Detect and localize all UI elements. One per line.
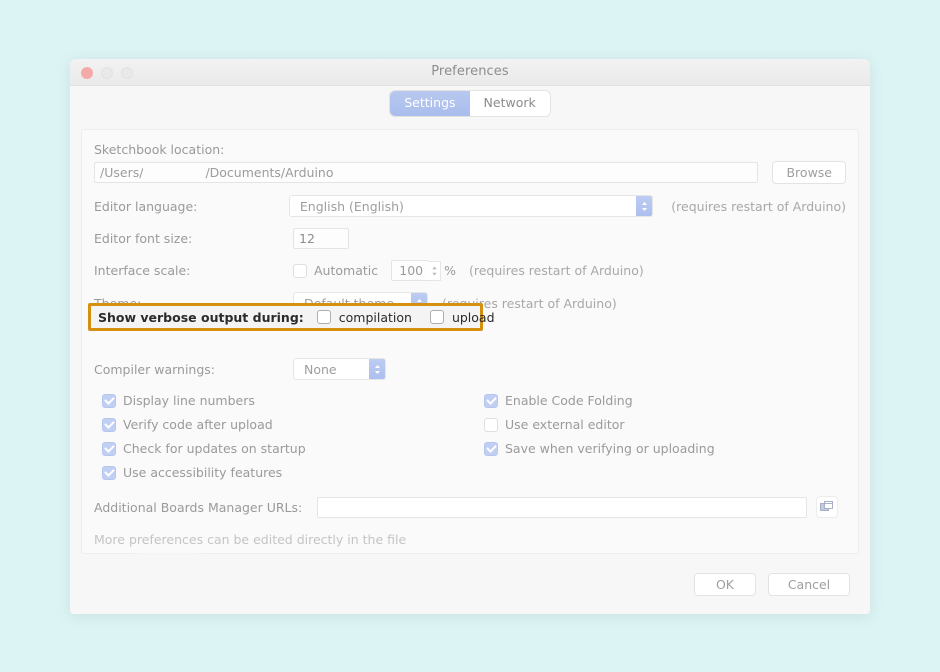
tab-group: Settings Network bbox=[390, 91, 549, 116]
cancel-button[interactable]: Cancel bbox=[768, 573, 850, 596]
open-windows-icon[interactable] bbox=[816, 496, 838, 518]
option-label: Enable Code Folding bbox=[505, 393, 633, 408]
enable-code-folding-checkbox[interactable] bbox=[484, 394, 498, 408]
automatic-checkbox-row[interactable]: Automatic bbox=[293, 263, 378, 278]
editor-font-size-input[interactable]: 12 bbox=[293, 228, 349, 249]
option-label: Verify code after upload bbox=[123, 417, 273, 432]
interface-scale-row: Interface scale: Automatic 100 % (requir… bbox=[94, 260, 846, 281]
sketchbook-path-input[interactable]: /Users/ /Documents/Arduino bbox=[94, 162, 758, 183]
options-grid: Display line numbers Verify code after u… bbox=[102, 393, 846, 480]
sketchbook-location-label: Sketchbook location: bbox=[94, 142, 224, 157]
verify-code-after-upload-checkbox[interactable] bbox=[102, 418, 116, 432]
compilation-label: compilation bbox=[339, 310, 412, 325]
option-label: Use external editor bbox=[505, 417, 625, 432]
preferences-window: Preferences Settings Network Sketchbook … bbox=[70, 59, 870, 614]
verbose-output-label: Show verbose output during: bbox=[98, 310, 304, 325]
dialog-footer: OK Cancel bbox=[70, 554, 870, 614]
interface-scale-input[interactable]: 100 bbox=[391, 260, 428, 281]
use-accessibility-features-checkbox[interactable] bbox=[102, 466, 116, 480]
sketchbook-path-suffix: /Documents/Arduino bbox=[205, 165, 333, 180]
option-verify-code-after-upload[interactable]: Verify code after upload bbox=[102, 417, 484, 432]
editor-language-row: Editor language: English (English) (requ… bbox=[94, 195, 846, 217]
editor-font-size-row: Editor font size: 12 bbox=[94, 228, 846, 249]
option-use-accessibility-features[interactable]: Use accessibility features bbox=[102, 465, 484, 480]
option-label: Check for updates on startup bbox=[123, 441, 306, 456]
editor-language-select[interactable]: English (English) bbox=[289, 195, 653, 217]
window-title: Preferences bbox=[70, 64, 870, 79]
percent-label: % bbox=[444, 263, 456, 278]
check-for-updates-checkbox[interactable] bbox=[102, 442, 116, 456]
option-check-for-updates-on-startup[interactable]: Check for updates on startup bbox=[102, 441, 484, 456]
automatic-checkbox[interactable] bbox=[293, 264, 307, 278]
option-label: Display line numbers bbox=[123, 393, 255, 408]
display-line-numbers-checkbox[interactable] bbox=[102, 394, 116, 408]
compiler-warnings-select[interactable]: None bbox=[293, 358, 386, 380]
option-use-external-editor[interactable]: Use external editor bbox=[484, 417, 715, 432]
option-save-when-verifying-or-uploading[interactable]: Save when verifying or uploading bbox=[484, 441, 715, 456]
sketchbook-label-row: Sketchbook location: bbox=[94, 142, 846, 157]
upload-label: upload bbox=[452, 310, 495, 325]
compilation-checkbox[interactable] bbox=[317, 310, 331, 324]
upload-checkbox[interactable] bbox=[430, 310, 444, 324]
editor-language-note: (requires restart of Arduino) bbox=[671, 199, 846, 214]
tab-network[interactable]: Network bbox=[470, 91, 550, 116]
boards-urls-input[interactable] bbox=[317, 497, 807, 518]
save-when-verifying-checkbox[interactable] bbox=[484, 442, 498, 456]
option-label: Save when verifying or uploading bbox=[505, 441, 715, 456]
sketchbook-path-prefix: /Users/ bbox=[100, 165, 143, 180]
options-column-right: Enable Code Folding Use external editor … bbox=[484, 393, 715, 480]
compiler-warnings-label: Compiler warnings: bbox=[94, 362, 293, 377]
chevron-updown-icon[interactable] bbox=[636, 196, 652, 216]
redacted-username bbox=[143, 166, 205, 179]
interface-scale-label: Interface scale: bbox=[94, 263, 293, 278]
editor-language-value: English (English) bbox=[290, 196, 636, 216]
editor-font-size-label: Editor font size: bbox=[94, 231, 293, 246]
tab-settings[interactable]: Settings bbox=[390, 91, 469, 116]
boards-urls-row: Additional Boards Manager URLs: bbox=[94, 496, 846, 518]
option-label: Use accessibility features bbox=[123, 465, 282, 480]
boards-urls-label: Additional Boards Manager URLs: bbox=[94, 500, 302, 515]
tab-strip: Settings Network bbox=[70, 86, 870, 121]
browse-button[interactable]: Browse bbox=[772, 161, 846, 184]
option-display-line-numbers[interactable]: Display line numbers bbox=[102, 393, 484, 408]
ok-button[interactable]: OK bbox=[694, 573, 756, 596]
use-external-editor-checkbox[interactable] bbox=[484, 418, 498, 432]
window-titlebar: Preferences bbox=[70, 59, 870, 86]
settings-panel: Sketchbook location: /Users/ /Documents/A… bbox=[81, 129, 859, 554]
compiler-warnings-value: None bbox=[294, 359, 369, 379]
more-preferences-line1: More preferences can be edited directly … bbox=[94, 532, 846, 547]
options-column-left: Display line numbers Verify code after u… bbox=[102, 393, 484, 480]
interface-scale-note: (requires restart of Arduino) bbox=[469, 263, 644, 278]
editor-language-label: Editor language: bbox=[94, 199, 289, 214]
sketchbook-row: /Users/ /Documents/Arduino Browse bbox=[94, 161, 846, 184]
chevron-updown-icon[interactable] bbox=[369, 359, 385, 379]
compiler-warnings-row: Compiler warnings: None bbox=[94, 358, 846, 380]
verbose-output-highlight: Show verbose output during: compilation … bbox=[88, 303, 483, 331]
option-enable-code-folding[interactable]: Enable Code Folding bbox=[484, 393, 715, 408]
automatic-label: Automatic bbox=[314, 263, 378, 278]
scale-spinner-arrows[interactable] bbox=[428, 261, 441, 281]
